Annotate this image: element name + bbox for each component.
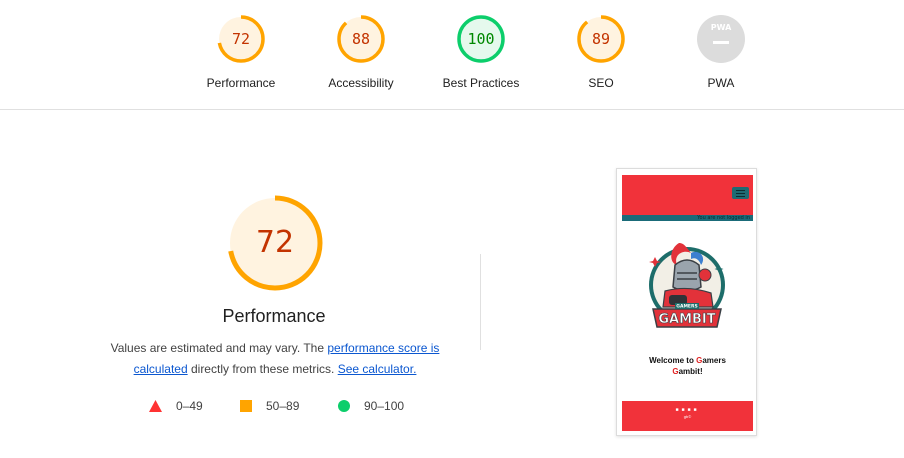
site-welcome-heading: Welcome to Gamers Gambit! xyxy=(622,355,753,377)
welcome-text: Welcome to xyxy=(649,356,697,365)
gauge-ring: 88 xyxy=(336,14,386,64)
performance-title: Performance xyxy=(222,306,326,326)
legend-pass: 90–100 xyxy=(338,398,404,414)
youtube-icon: ■ xyxy=(693,407,700,413)
gauge-label: Best Practices xyxy=(442,76,520,90)
gamers-gambit-knight-logo-icon: GAMERS GAMBIT xyxy=(649,243,725,328)
social-icons: ■■■■ xyxy=(622,407,753,414)
triangle-icon xyxy=(149,400,162,412)
performance-description: Values are estimated and may vary. The p… xyxy=(100,338,450,380)
legend-pass-label: 90–100 xyxy=(364,399,405,413)
gauge-performance[interactable]: 72 Performance xyxy=(181,14,301,90)
gauge-label: PWA xyxy=(707,76,735,90)
hamburger-menu-icon xyxy=(732,187,749,199)
gauge-pwa[interactable]: PWA PWA xyxy=(661,14,781,90)
site-header xyxy=(622,175,753,215)
pwa-badge-icon: PWA xyxy=(696,14,746,64)
gauge-score: 100 xyxy=(467,30,495,48)
login-status-text: You are not logged in xyxy=(697,215,750,221)
desc-text: directly from these metrics. xyxy=(187,362,338,376)
pwa-badge-text: PWA xyxy=(710,23,732,32)
gauge-accessibility[interactable]: 88 Accessibility xyxy=(301,14,421,90)
legend-fail: 0–49 xyxy=(149,398,203,414)
svg-text:GAMERS: GAMERS xyxy=(676,304,697,310)
site-footer: ■■■■ gb© xyxy=(622,401,753,431)
gauge-ring: 89 xyxy=(576,14,626,64)
section-divider xyxy=(480,254,481,350)
gauge-best-practices[interactable]: 100 Best Practices xyxy=(421,14,541,90)
desc-text: Values are estimated and may vary. The xyxy=(110,341,328,355)
legend-average: 50–89 xyxy=(240,398,299,414)
footer-copyright: gb© xyxy=(683,414,692,419)
performance-main-gauge: 72 xyxy=(226,194,324,292)
square-icon xyxy=(240,400,252,412)
welcome-text: amers xyxy=(702,356,726,365)
gauge-seo[interactable]: 89 SEO xyxy=(541,14,661,90)
gauge-label: SEO xyxy=(588,76,614,90)
circle-icon xyxy=(338,400,350,412)
gauge-ring: 72 xyxy=(216,14,266,64)
gauge-score: 72 xyxy=(231,30,251,48)
legend-average-label: 50–89 xyxy=(266,399,300,413)
svg-text:GAMBIT: GAMBIT xyxy=(658,312,715,327)
legend-fail-label: 0–49 xyxy=(176,399,203,413)
gauge-label: Performance xyxy=(206,76,276,90)
gauge-score: 88 xyxy=(351,30,371,48)
category-gauges-row: 72 Performance 88 Accessibility 100 Best… xyxy=(0,0,904,110)
gauge-label: Accessibility xyxy=(328,76,394,90)
gauge-ring: 100 xyxy=(456,14,506,64)
final-screenshot[interactable]: You are not logged in GAMERS GAMBIT Welc… xyxy=(616,168,757,436)
see-calculator-link[interactable]: See calculator. xyxy=(338,362,417,376)
welcome-text: ambit! xyxy=(678,367,703,376)
performance-score: 72 xyxy=(255,225,295,260)
gauge-score: 89 xyxy=(591,30,611,48)
